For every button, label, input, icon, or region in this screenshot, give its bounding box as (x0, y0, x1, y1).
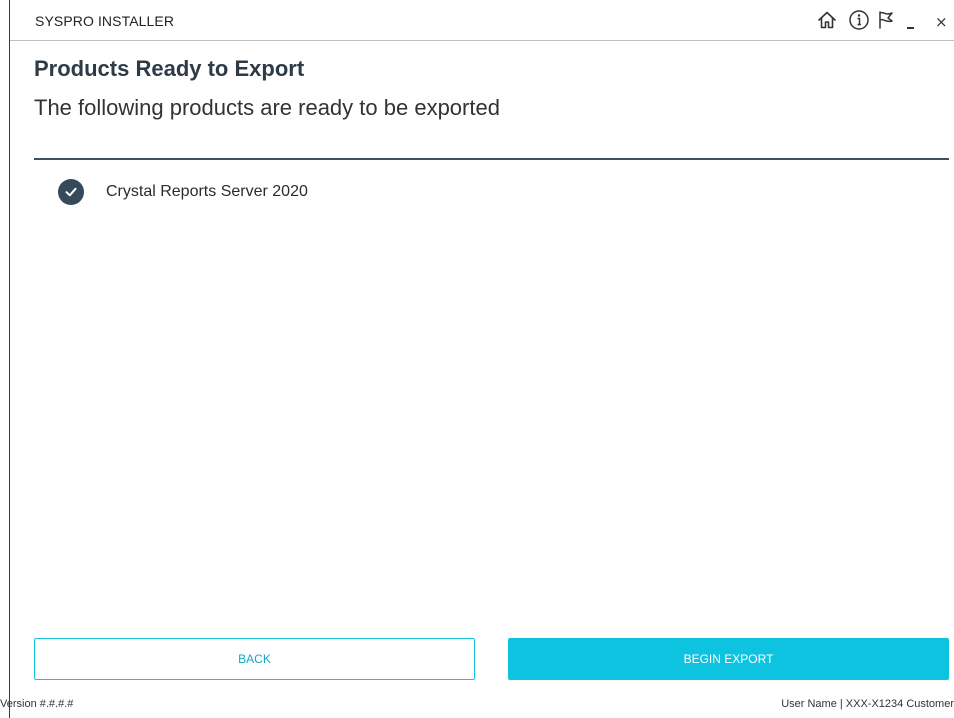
minimize-button[interactable] (905, 10, 919, 30)
back-button[interactable]: BACK (34, 638, 475, 680)
begin-export-button[interactable]: BEGIN EXPORT (508, 638, 949, 680)
checkmark-icon (58, 179, 84, 205)
minimize-icon (907, 27, 914, 29)
info-icon[interactable] (847, 8, 871, 32)
page-subtitle: The following products are ready to be e… (34, 95, 500, 120)
header-divider (34, 158, 949, 160)
close-button[interactable]: × (935, 14, 949, 30)
flag-icon[interactable] (874, 8, 898, 32)
installer-window: SYSPRO INSTALLER × Products Ready to Exp… (9, 0, 954, 718)
product-label: Crystal Reports Server 2020 (106, 183, 308, 200)
product-list: Crystal Reports Server 2020 (58, 178, 954, 206)
page-title: Products Ready to Export (34, 56, 305, 81)
list-item: Crystal Reports Server 2020 (58, 178, 954, 206)
user-info: User Name | XXX-X1234 Customer (781, 698, 954, 710)
version-label: Version #.#.#.# (0, 698, 74, 710)
close-icon: × (935, 13, 948, 31)
title-bar: SYSPRO INSTALLER × (10, 0, 954, 41)
home-icon[interactable] (815, 8, 839, 32)
app-title: SYSPRO INSTALLER (35, 13, 175, 29)
